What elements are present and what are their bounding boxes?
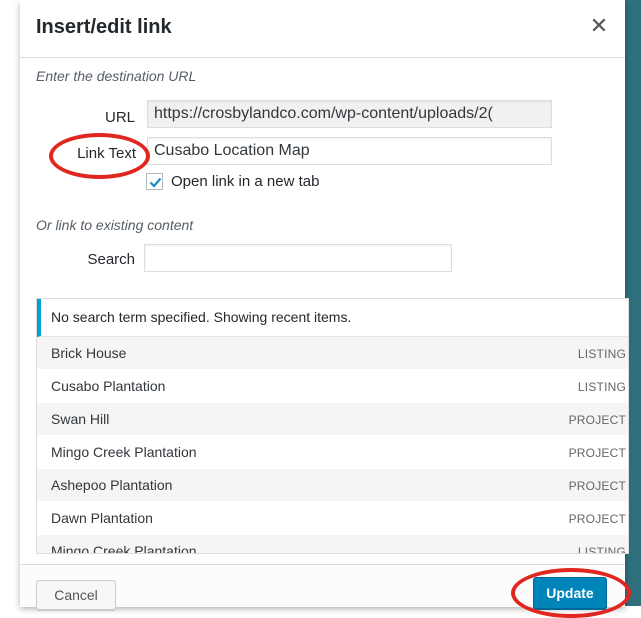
dialog-footer: Cancel Update: [20, 564, 625, 610]
item-type: PROJECT: [568, 413, 626, 427]
close-icon[interactable]: ✕: [587, 14, 611, 38]
item-title: Brick House: [51, 345, 127, 361]
link-text-input[interactable]: [147, 137, 552, 165]
url-input[interactable]: [147, 100, 552, 128]
list-item[interactable]: Cusabo Plantation LISTING: [37, 370, 628, 403]
list-item[interactable]: Brick House LISTING: [37, 337, 628, 370]
new-tab-checkbox[interactable]: [146, 173, 163, 190]
results-notice: No search term specified. Showing recent…: [37, 299, 628, 337]
item-type: LISTING: [577, 347, 626, 361]
item-type: LISTING: [577, 545, 626, 554]
url-label: URL: [104, 109, 135, 126]
search-input[interactable]: [144, 244, 452, 272]
item-title: Cusabo Plantation: [51, 378, 166, 394]
item-title: Swan Hill: [51, 411, 110, 427]
list-item[interactable]: Dawn Plantation PROJECT: [37, 502, 628, 535]
item-type: PROJECT: [568, 446, 626, 460]
list-item[interactable]: Swan Hill PROJECT: [37, 403, 628, 436]
insert-link-dialog: Insert/edit link ✕ Enter the destination…: [20, 0, 629, 610]
item-title: Ashepoo Plantation: [51, 477, 173, 493]
link-text-label: Link Text: [77, 145, 136, 162]
list-item[interactable]: Mingo Creek Plantation LISTING: [37, 535, 628, 554]
list-item[interactable]: Ashepoo Plantation PROJECT: [37, 469, 628, 502]
url-hint: Enter the destination URL: [36, 68, 197, 84]
results-list: No search term specified. Showing recent…: [36, 298, 629, 554]
item-title: Dawn Plantation: [51, 510, 153, 526]
list-item[interactable]: Mingo Creek Plantation PROJECT: [37, 436, 628, 469]
item-title: Mingo Creek Plantation: [51, 444, 197, 460]
new-tab-label: Open link in a new tab: [171, 173, 320, 190]
item-type: LISTING: [577, 380, 626, 394]
existing-content-hint: Or link to existing content: [36, 217, 194, 233]
update-button[interactable]: Update: [533, 577, 607, 609]
dialog-titlebar: Insert/edit link ✕: [20, 0, 625, 58]
dialog-title: Insert/edit link: [36, 16, 172, 38]
checkmark-icon: [149, 177, 162, 188]
item-type: PROJECT: [568, 512, 626, 526]
search-label: Search: [87, 251, 135, 268]
item-type: PROJECT: [568, 479, 626, 493]
item-title: Mingo Creek Plantation: [51, 543, 197, 554]
